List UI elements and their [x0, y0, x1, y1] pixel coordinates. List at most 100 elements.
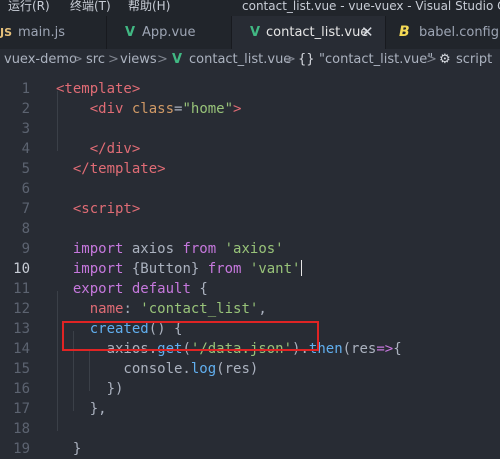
- code-token: ,: [258, 301, 267, 317]
- code-line[interactable]: 9 import axios from 'axios': [0, 239, 500, 259]
- title-bar: 运行(R) 终端(T) 帮助(H) contact_list.vue - vue…: [0, 0, 500, 16]
- code-token: default: [131, 281, 191, 297]
- code-line[interactable]: 4 </div>: [0, 139, 500, 159]
- code-token: }): [56, 381, 124, 397]
- code-token: from: [182, 241, 217, 257]
- line-number: 3: [21, 121, 30, 137]
- line-number: 6: [21, 181, 30, 197]
- code-text: },: [56, 399, 107, 419]
- code-token: {: [190, 281, 208, 297]
- code-line[interactable]: 5 </template>: [0, 159, 500, 179]
- chevron-right-icon: >: [426, 52, 437, 67]
- code-token: {: [393, 341, 402, 357]
- code-line[interactable]: 10 import {Button} from 'vant': [0, 259, 500, 279]
- code-editor[interactable]: 1 <template> 2 <div class="home"> 3 4 </div>…: [0, 71, 500, 459]
- code-token: </div>: [89, 141, 141, 157]
- code-line[interactable]: 8: [0, 219, 500, 239]
- code-token: import: [72, 241, 124, 257]
- breadcrumb-item-views[interactable]: views: [120, 49, 157, 71]
- javascript-icon: JS: [0, 26, 13, 39]
- code-line[interactable]: 16 }): [0, 379, 500, 399]
- code-line[interactable]: 12 name: 'contact_list',: [0, 299, 500, 319]
- breadcrumb-item-vuex-demo[interactable]: vuex-demo: [4, 49, 77, 71]
- line-number: 10: [13, 261, 30, 277]
- line-number: 1: [21, 81, 30, 97]
- code-line[interactable]: 19 }: [0, 439, 500, 459]
- code-text: import axios from 'axios': [56, 239, 284, 259]
- code-line[interactable]: 7 <script>: [0, 199, 500, 219]
- chevron-right-icon: >: [108, 52, 119, 67]
- window-title: contact_list.vue - vue-vuex - Visual Stu…: [242, 0, 500, 13]
- code-line[interactable]: 1 <template>: [0, 79, 500, 99]
- code-line[interactable]: 3: [0, 119, 500, 139]
- breadcrumb: vuex-demo > src > views > V contact_list…: [0, 49, 500, 71]
- code-text: <div class="home">: [56, 99, 242, 119]
- code-line[interactable]: 11 export default {: [0, 279, 500, 299]
- line-number: 5: [21, 161, 30, 177]
- menu-help[interactable]: 帮助(H): [128, 0, 170, 13]
- line-number: 11: [13, 281, 30, 297]
- tab-contact-list-vue[interactable]: V contact_list.vue ✕: [232, 16, 386, 49]
- code-line[interactable]: 17 },: [0, 399, 500, 419]
- script-icon: ⚙: [439, 52, 451, 67]
- code-line[interactable]: 18: [0, 419, 500, 439]
- code-text: }: [56, 439, 81, 459]
- code-text: console.log(res): [56, 359, 258, 379]
- tab-main-js[interactable]: JS main.js: [0, 16, 107, 49]
- code-text: <template>: [56, 79, 140, 99]
- code-token: <div: [89, 101, 124, 117]
- breadcrumb-item-src[interactable]: src: [86, 49, 105, 71]
- menu-terminal[interactable]: 终端(T): [70, 0, 111, 13]
- line-number: 15: [13, 361, 30, 377]
- code-token: (res): [216, 361, 259, 377]
- code-token: class: [131, 101, 175, 117]
- close-icon[interactable]: ✕: [361, 16, 374, 49]
- code-token: },: [56, 401, 107, 417]
- tab-label: babel.config.js: [419, 25, 500, 40]
- highlight-annotation: [62, 321, 319, 351]
- line-number: 14: [13, 341, 30, 357]
- line-number: 12: [13, 301, 30, 317]
- breadcrumb-item-file[interactable]: contact_list.vue: [189, 49, 291, 71]
- line-number: 9: [21, 241, 30, 257]
- line-number: 8: [21, 221, 30, 237]
- text-cursor: [301, 260, 303, 276]
- chevron-right-icon: >: [72, 52, 83, 67]
- code-token: from: [207, 261, 242, 277]
- code-text: </template>: [56, 159, 166, 179]
- breadcrumb-item-script[interactable]: script: [456, 49, 492, 71]
- code-token: <script>: [72, 201, 141, 217]
- tab-label: App.vue: [142, 25, 196, 40]
- menu-run[interactable]: 运行(R): [8, 0, 50, 13]
- chevron-right-icon: >: [285, 52, 296, 67]
- tab-label: contact_list.vue: [266, 25, 369, 40]
- code-token: axios: [123, 241, 183, 257]
- breadcrumb-item-component[interactable]: "contact_list.vue": [319, 49, 433, 71]
- code-token: export: [72, 281, 124, 297]
- code-line[interactable]: 6: [0, 179, 500, 199]
- tab-babel-config-js[interactable]: B babel.config.js: [386, 16, 500, 49]
- tab-app-vue[interactable]: V App.vue: [107, 16, 232, 49]
- code-token: 'axios': [224, 241, 284, 257]
- code-token: (res: [342, 341, 377, 357]
- code-token: console.: [56, 361, 191, 377]
- code-text: export default {: [56, 279, 208, 299]
- code-token: name: [89, 301, 124, 317]
- code-token: import: [72, 261, 124, 277]
- code-token: >: [233, 101, 242, 117]
- line-number: 13: [13, 321, 30, 337]
- line-number: 18: [13, 421, 30, 437]
- code-line[interactable]: 15 console.log(res): [0, 359, 500, 379]
- code-token: :: [123, 301, 141, 317]
- code-text: import {Button} from 'vant': [56, 259, 303, 279]
- code-line[interactable]: 2 <div class="home">: [0, 99, 500, 119]
